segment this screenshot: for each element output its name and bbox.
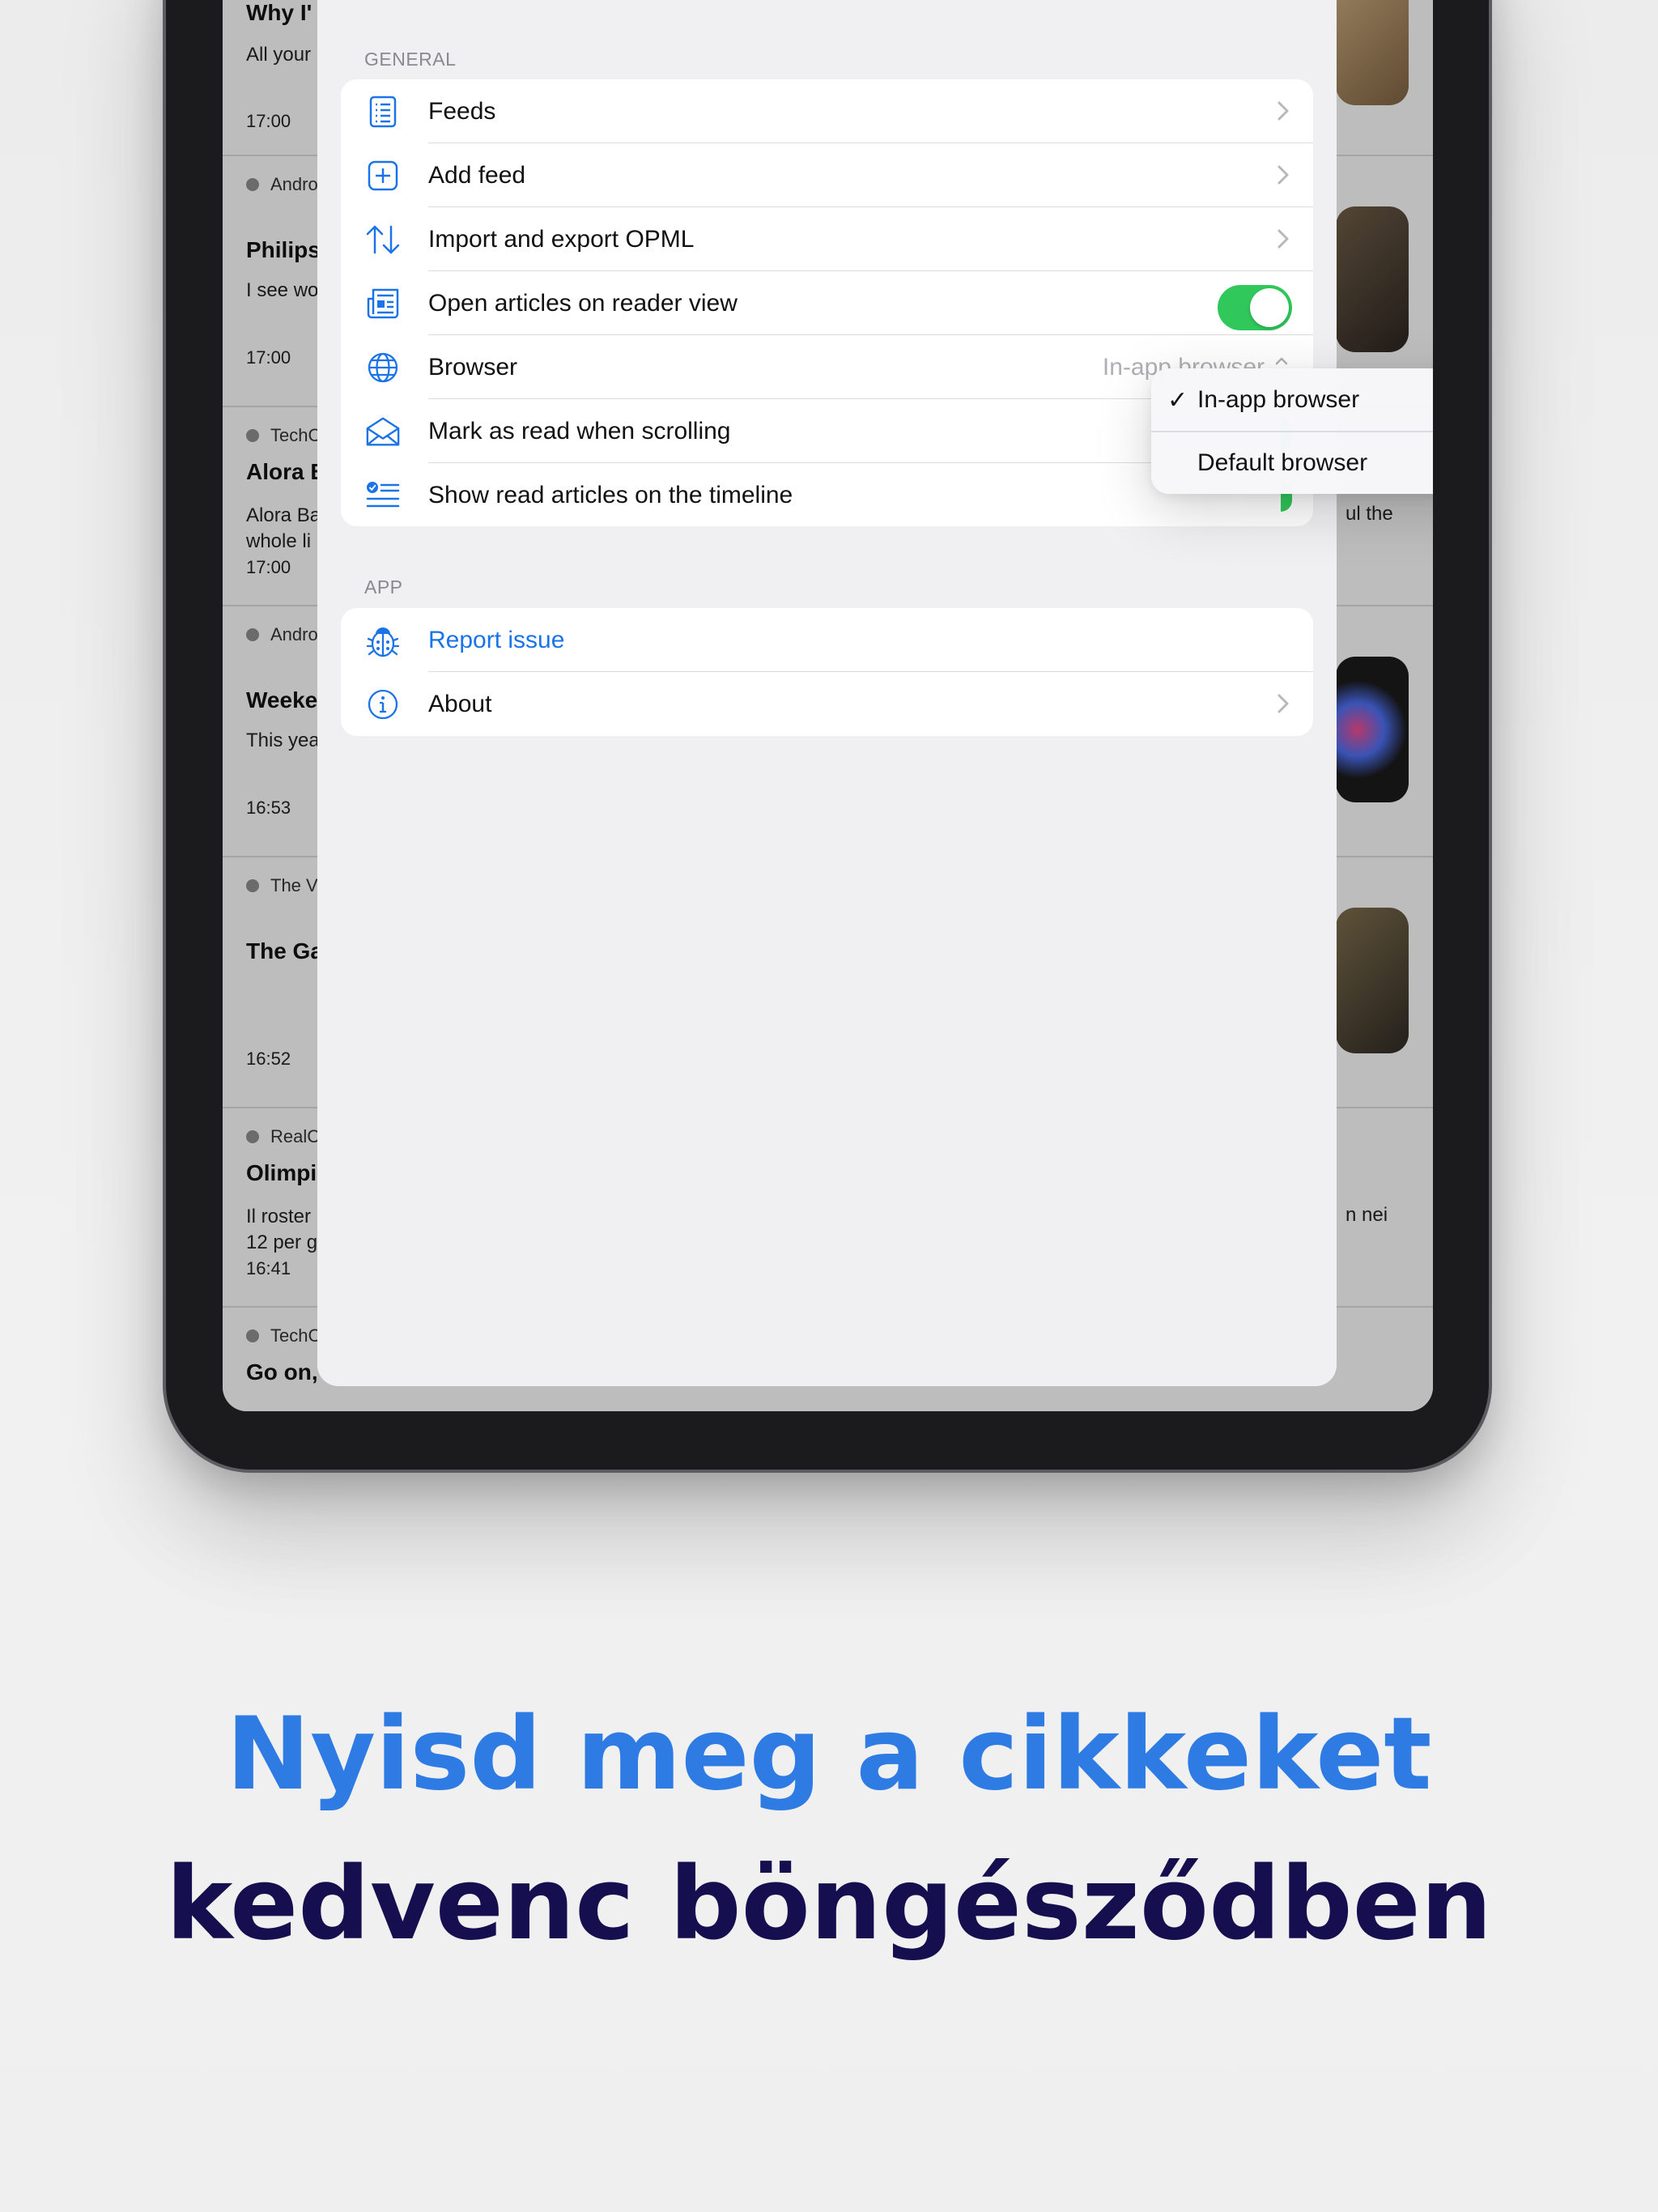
- newspaper-icon: [365, 287, 401, 320]
- globe-icon: [365, 351, 401, 384]
- browser-options-menu: ✓ In-app browser Default browser: [1151, 368, 1433, 494]
- settings-row-label: About: [428, 690, 492, 717]
- settings-row-report-issue[interactable]: Report issue: [341, 608, 1313, 672]
- settings-sheet: GENERAL Feeds Add feed Import and export…: [317, 0, 1337, 1386]
- checklist-icon: [365, 479, 401, 512]
- chevron-right-icon: [1278, 165, 1289, 185]
- settings-row-label: Show read articles on the timeline: [428, 481, 793, 508]
- settings-row-label: Open articles on reader view: [428, 289, 738, 317]
- checkmark-icon: ✓: [1167, 386, 1188, 414]
- reader-view-toggle[interactable]: [1218, 285, 1292, 330]
- menu-item-label: Default browser: [1197, 449, 1368, 476]
- settings-row-label: Mark as read when scrolling: [428, 417, 731, 445]
- ladybug-icon: [365, 624, 401, 657]
- chevron-right-icon: [1278, 101, 1289, 121]
- caption-subheadline: kedvenc böngésződben: [165, 1846, 1493, 1963]
- settings-row-add-feed[interactable]: Add feed: [341, 143, 1313, 207]
- plus-square-icon: [365, 160, 401, 192]
- device-screen: Why I' All your 17:00 Andro Philips I se…: [223, 0, 1433, 1411]
- settings-row-about[interactable]: About: [341, 672, 1313, 736]
- settings-row-label: Feeds: [428, 97, 496, 125]
- caption-headline: Nyisd meg a cikkeket: [226, 1696, 1432, 1813]
- envelope-open-icon: [365, 415, 401, 448]
- section-header-general: GENERAL: [364, 49, 457, 70]
- settings-row-label: Import and export OPML: [428, 225, 695, 253]
- settings-row-label: Browser: [428, 353, 518, 381]
- chevron-right-icon: [1278, 694, 1289, 713]
- menu-item-label: In-app browser: [1197, 386, 1360, 413]
- arrows-updown-icon: [365, 223, 401, 256]
- report-issue-link: Report issue: [428, 626, 565, 653]
- app-settings-group: Report issue About: [341, 608, 1313, 736]
- menu-item-in-app-browser[interactable]: ✓ In-app browser: [1151, 368, 1433, 432]
- chevron-right-icon: [1278, 229, 1289, 249]
- settings-row-reader-view[interactable]: Open articles on reader view: [341, 271, 1313, 335]
- section-header-app: APP: [364, 576, 403, 598]
- menu-item-default-browser[interactable]: Default browser: [1151, 432, 1433, 495]
- list-icon: [365, 96, 401, 128]
- settings-row-label: Add feed: [428, 161, 526, 189]
- settings-row-import-export-opml[interactable]: Import and export OPML: [341, 207, 1313, 271]
- settings-row-feeds[interactable]: Feeds: [341, 79, 1313, 143]
- info-icon: [365, 688, 401, 721]
